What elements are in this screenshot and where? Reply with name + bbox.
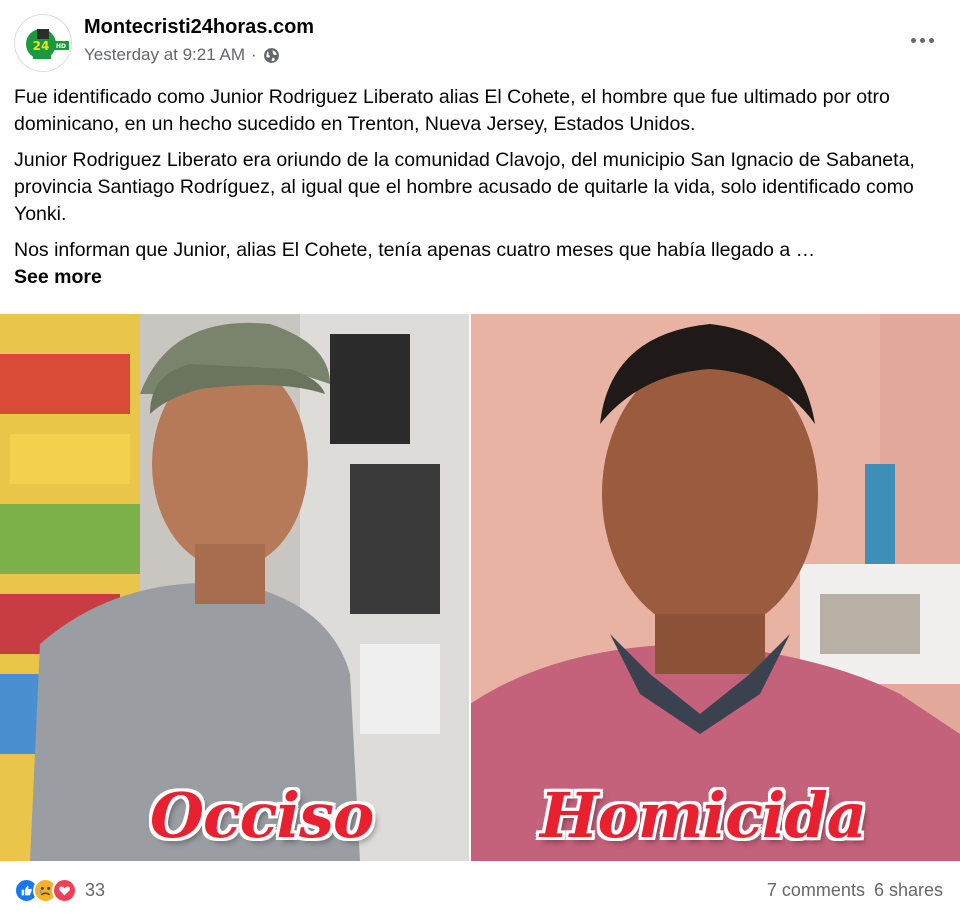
more-dot — [928, 37, 934, 43]
post-paragraph: Nos informan que Junior, alias El Cohete… — [14, 239, 816, 261]
post-header: 24 HD Montecristi24horas.com Yesterday a… — [0, 0, 960, 80]
logo-text: 24 — [33, 39, 50, 53]
shares-count-link[interactable]: 6 shares — [874, 880, 943, 901]
reactions-summary[interactable]: 33 — [14, 878, 105, 903]
post-footer: 33 7 comments 6 shares — [0, 862, 960, 914]
post-body: Fue identificado como Junior Rodriguez L… — [14, 84, 944, 291]
post-timestamp[interactable]: Yesterday at 9:21 AM — [84, 45, 245, 65]
svg-text:HD: HD — [56, 43, 66, 50]
page-name-link[interactable]: Montecristi24horas.com — [84, 16, 314, 39]
post-meta: Yesterday at 9:21 AM · — [84, 45, 280, 65]
love-icon — [52, 878, 77, 903]
post-photo[interactable]: Occiso Homicida — [0, 314, 960, 861]
more-options-button[interactable] — [904, 26, 940, 54]
page-logo-icon: 24 HD — [16, 16, 71, 71]
post-paragraph: Fue identificado como Junior Rodriguez L… — [14, 86, 890, 135]
photo-caption-left: Occiso — [150, 779, 374, 852]
meta-separator: · — [250, 45, 257, 64]
globe-icon[interactable] — [263, 47, 280, 64]
engagement-summary: 7 comments 6 shares — [767, 880, 943, 901]
reaction-count: 33 — [85, 880, 106, 900]
see-more-link[interactable]: See more — [14, 264, 944, 291]
more-dot — [919, 37, 925, 43]
post-paragraph: Junior Rodriguez Liberato era oriundo de… — [14, 149, 915, 225]
photo-caption-right: Homicida — [540, 779, 867, 852]
page-avatar[interactable]: 24 HD — [14, 14, 72, 72]
more-horizontal-icon — [910, 37, 916, 43]
comments-count-link[interactable]: 7 comments — [767, 880, 865, 901]
